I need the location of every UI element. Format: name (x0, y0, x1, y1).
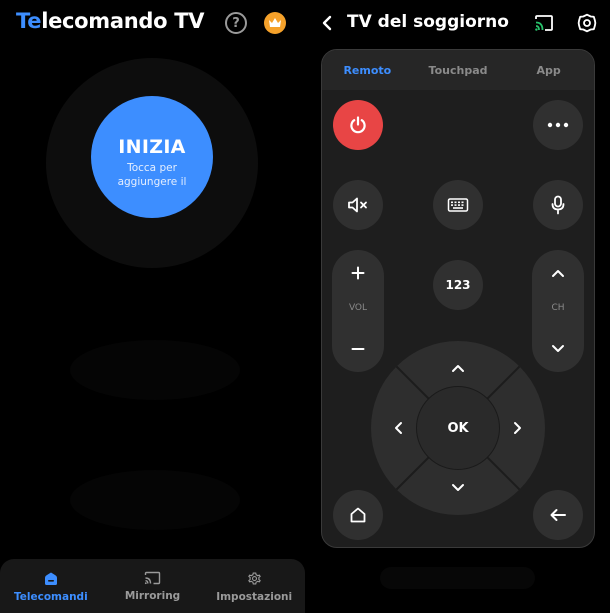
chevron-right-icon (514, 422, 521, 434)
cast-icon (144, 571, 161, 585)
directional-pad: OK (371, 341, 545, 515)
nav-item-label: Telecomandi (14, 591, 88, 603)
decorative-shadow (70, 340, 240, 400)
dpad-down-button[interactable] (443, 473, 473, 503)
nav-item-telecomandi[interactable]: Telecomandi (0, 559, 102, 613)
microphone-icon (551, 195, 565, 215)
power-icon (350, 116, 366, 134)
tab-remoto[interactable]: Remoto (322, 50, 413, 90)
remote-screen: TV del soggiorno Remoto Touchpad App VOL… (305, 0, 610, 613)
channel-up-button[interactable] (532, 258, 584, 288)
more-options-button[interactable] (533, 100, 583, 150)
chevron-left-icon (395, 422, 402, 434)
chevron-down-icon (452, 484, 464, 491)
gear-icon (247, 572, 261, 585)
dpad-up-button[interactable] (443, 353, 473, 383)
home-icon (350, 507, 366, 523)
home-button[interactable] (333, 490, 383, 540)
keyboard-icon (447, 198, 469, 212)
start-button-title: INIZIA (118, 136, 186, 158)
app-title: Telecomando TV (16, 9, 205, 33)
back-button[interactable] (533, 490, 583, 540)
arrow-left-icon (550, 509, 566, 521)
power-button[interactable] (333, 100, 383, 150)
nav-item-impostazioni[interactable]: Impostazioni (203, 559, 305, 613)
start-button[interactable]: INIZIA Tocca per aggiungere il (91, 96, 213, 218)
help-button[interactable]: ? (225, 12, 247, 34)
mode-tabs: Remoto Touchpad App (322, 50, 594, 90)
chevron-up-icon (552, 270, 564, 277)
nav-item-label: Mirroring (124, 590, 181, 602)
cast-icon[interactable] (534, 14, 554, 32)
remote-home-icon (44, 572, 57, 585)
decorative-shadow (70, 470, 240, 530)
gear-icon[interactable] (577, 13, 597, 33)
volume-mute-icon (348, 197, 367, 213)
remote-panel: Remoto Touchpad App VOL 123 CH OK (321, 49, 595, 548)
dpad-right-button[interactable] (503, 413, 533, 443)
plus-icon (351, 266, 365, 280)
home-screen: Telecomando TV ? INIZIA Tocca per aggiun… (0, 0, 305, 613)
page-title: TV del soggiorno (347, 12, 509, 32)
number-pad-button[interactable]: 123 (433, 260, 483, 310)
bottom-navigation: Telecomandi Mirroring Impostazioni (0, 559, 305, 613)
channel-label: CH (551, 303, 565, 313)
ok-button[interactable]: OK (416, 386, 500, 470)
chevron-left-icon[interactable] (319, 14, 335, 32)
premium-button[interactable] (264, 12, 286, 34)
nav-item-label: Impostazioni (216, 591, 293, 603)
chevron-up-icon (452, 365, 464, 372)
microphone-button[interactable] (533, 180, 583, 230)
tab-touchpad[interactable]: Touchpad (413, 50, 504, 90)
decorative-shadow (380, 567, 535, 589)
crown-icon (269, 18, 281, 27)
minus-icon (351, 348, 365, 350)
more-horizontal-icon (547, 122, 569, 128)
app-title-rest: lecomando TV (41, 9, 205, 33)
dpad-left-button[interactable] (383, 413, 413, 443)
app-title-accent: Te (16, 9, 42, 33)
start-button-subtitle: Tocca per aggiungere il (117, 162, 187, 188)
volume-label: VOL (348, 303, 368, 313)
tab-app[interactable]: App (503, 50, 594, 90)
mute-button[interactable] (333, 180, 383, 230)
chevron-down-icon (552, 345, 564, 352)
keyboard-button[interactable] (433, 180, 483, 230)
question-circle-icon: ? (232, 15, 240, 31)
volume-up-button[interactable] (332, 258, 384, 288)
nav-item-mirroring[interactable]: Mirroring (102, 559, 204, 613)
